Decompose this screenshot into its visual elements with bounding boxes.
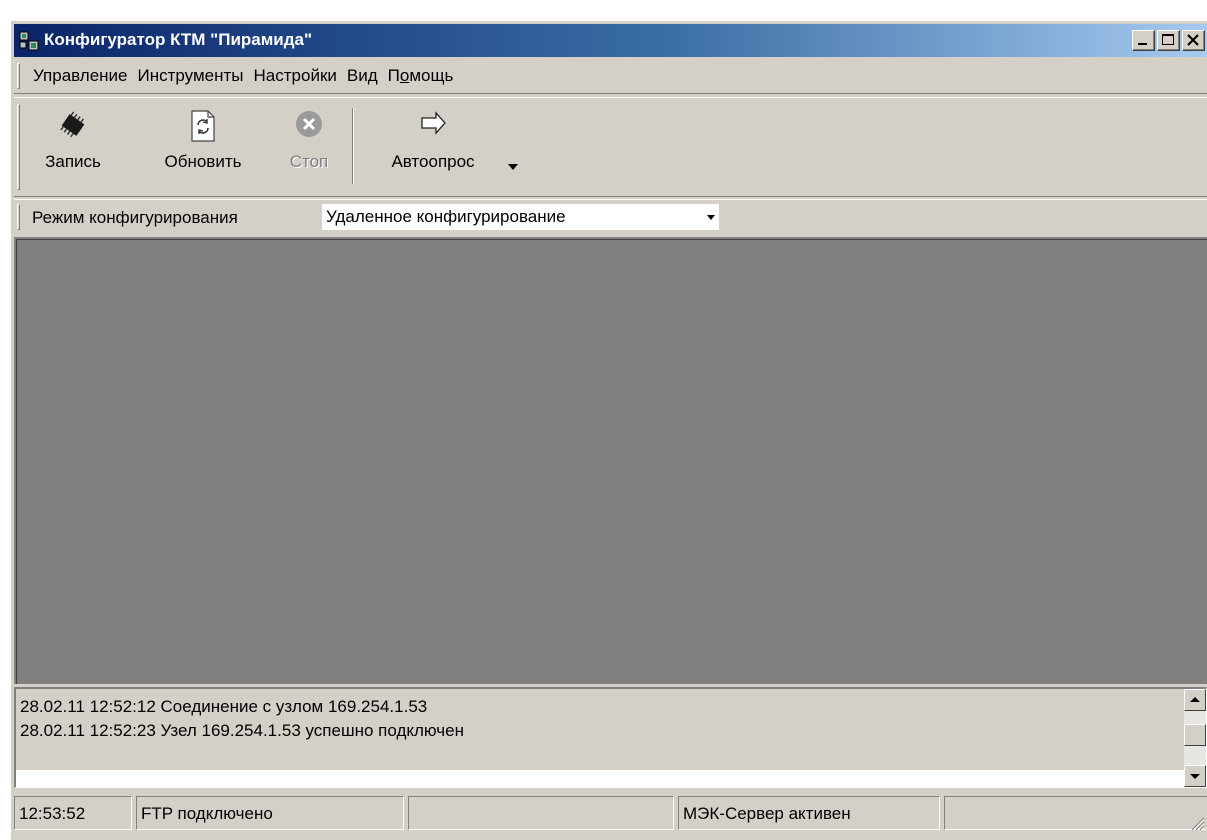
app-icon	[19, 31, 39, 51]
autopoll-label: Автоопрос	[391, 152, 475, 171]
write-label: Запись	[45, 152, 101, 171]
close-button[interactable]	[1182, 30, 1205, 51]
stop-label: Стоп	[289, 152, 329, 171]
status-last-panel	[944, 796, 1207, 830]
status-time-panel: 12:53:52	[14, 796, 132, 830]
log-blank-row	[16, 770, 1184, 787]
status-ftp: FTP подключено	[141, 804, 273, 823]
refresh-label: Обновить	[164, 152, 242, 171]
chevron-down-icon[interactable]	[705, 211, 717, 223]
menu-settings[interactable]: Настройки	[249, 66, 342, 86]
maximize-icon	[1162, 34, 1174, 45]
resize-grip-icon[interactable]	[1189, 815, 1205, 831]
window-title: Конфигуратор КТМ "Пирамида"	[44, 30, 313, 49]
chip-icon	[60, 111, 85, 138]
menu-view[interactable]: Вид	[342, 66, 383, 86]
status-empty-panel	[408, 796, 674, 830]
scroll-thumb[interactable]	[1184, 724, 1206, 746]
menu-help[interactable]: Помощь	[383, 66, 459, 86]
arrow-right-icon	[421, 111, 446, 135]
minimize-button[interactable]	[1132, 30, 1155, 51]
status-ftp-panel: FTP подключено	[136, 796, 404, 830]
menubar-grip[interactable]	[17, 63, 20, 89]
menu-control[interactable]: Управление	[28, 66, 133, 86]
arrow-down-icon	[1190, 774, 1200, 779]
status-iec: МЭК-Сервер активен	[683, 804, 851, 823]
workspace-area	[14, 237, 1207, 684]
title-bar[interactable]: Конфигуратор КТМ "Пирамида"	[14, 24, 1207, 57]
menu-tools[interactable]: Инструменты	[133, 66, 249, 86]
scroll-down-button[interactable]	[1184, 765, 1206, 787]
refresh-button[interactable]: Обновить	[148, 106, 258, 186]
stop-icon	[296, 111, 322, 137]
status-bar: 12:53:52 FTP подключено МЭК-Сервер актив…	[14, 793, 1207, 833]
mode-bar: Режим конфигурирования Удаленное конфигу…	[14, 199, 1207, 235]
autopoll-dropdown-icon[interactable]	[506, 162, 520, 172]
close-icon	[1187, 34, 1199, 46]
toolbar-separator	[352, 108, 354, 184]
mode-select[interactable]: Удаленное конфигурирование	[322, 204, 719, 230]
log-line: 28.02.11 12:52:12 Соединение с узлом 169…	[20, 697, 428, 716]
status-time: 12:53:52	[19, 804, 86, 823]
log-scrollbar[interactable]	[1184, 689, 1206, 787]
mode-select-value: Удаленное конфигурирование	[326, 207, 566, 226]
log-line: 28.02.11 12:52:23 Узел 169.254.1.53 успе…	[20, 721, 465, 740]
maximize-button[interactable]	[1157, 30, 1180, 51]
modebar-grip[interactable]	[17, 204, 20, 230]
menu-bar: Управление Инструменты Настройки Вид Пом…	[14, 59, 1207, 94]
toolbar-grip[interactable]	[17, 104, 20, 190]
toolbar: Запись Обновить Стоп Автоопрос	[14, 97, 1207, 197]
mode-label: Режим конфигурирования	[32, 208, 238, 227]
status-iec-panel: МЭК-Сервер активен	[678, 796, 940, 830]
refresh-document-icon	[191, 110, 215, 142]
arrow-up-icon	[1190, 697, 1200, 702]
app-window: Конфигуратор КТМ "Пирамида" Управление И…	[10, 20, 1207, 840]
autopoll-button[interactable]: Автоопрос	[370, 106, 496, 186]
write-button[interactable]: Запись	[38, 106, 108, 186]
stop-button[interactable]: Стоп	[276, 106, 342, 186]
scroll-up-button[interactable]	[1184, 689, 1206, 711]
minimize-icon	[1138, 43, 1147, 45]
log-panel: 28.02.11 12:52:12 Соединение с узлом 169…	[14, 687, 1207, 788]
